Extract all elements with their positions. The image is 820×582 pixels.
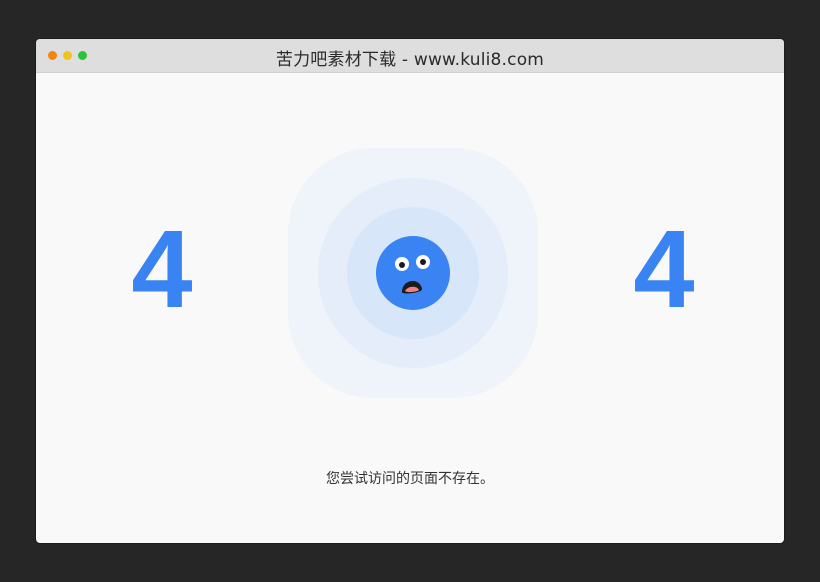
error-message: 您尝试访问的页面不存在。	[326, 471, 494, 487]
title-bar: 苦力吧素材下载 - www.kuli8.com	[36, 39, 784, 73]
shocked-face-icon	[376, 236, 450, 310]
window-title: 苦力吧素材下载 - www.kuli8.com	[275, 50, 545, 70]
error-digit-right: 4	[633, 208, 695, 331]
browser-window: 苦力吧素材下载 - www.kuli8.com 4 4 您尝试访问的页面不存在。	[36, 39, 784, 543]
error-digit-left: 4	[131, 208, 193, 331]
